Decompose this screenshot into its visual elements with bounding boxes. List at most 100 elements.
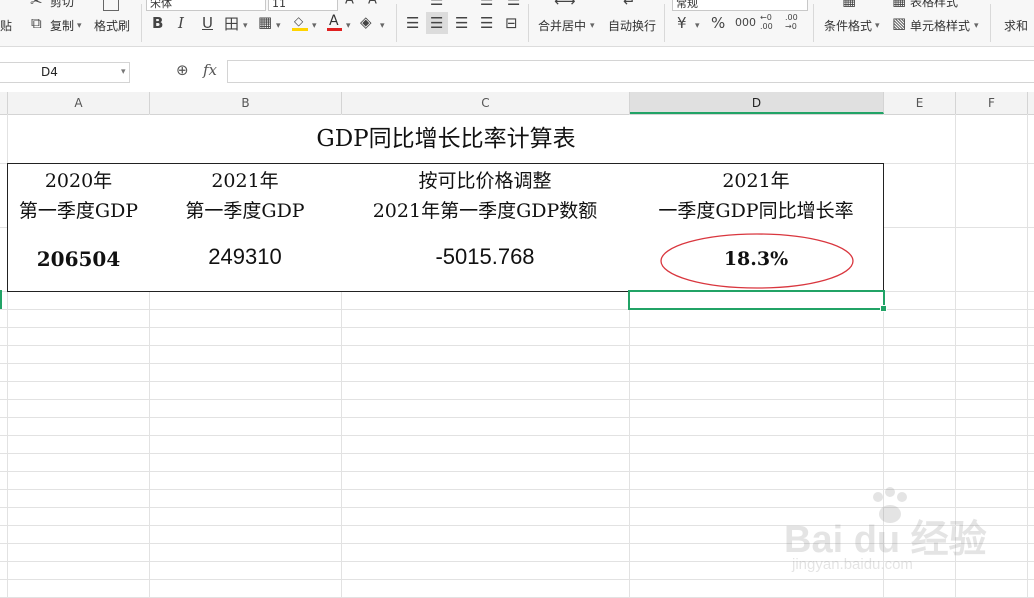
header-cell-b[interactable]: 2021年 第一季度GDP [149,163,342,228]
paste-button[interactable]: 贴 [0,17,12,34]
border-icon[interactable]: 田 [224,13,239,34]
decrease-font-icon[interactable]: A- [368,0,379,7]
align-bottom-icon[interactable]: ☰ [480,0,493,9]
ribbon-divider [664,4,665,42]
name-box-value: D4 [41,65,58,79]
increase-decimal-button[interactable]: ←0 .00 [760,13,778,31]
merge-center-icon[interactable]: ⟷ [554,0,576,10]
conditional-format-button[interactable]: 条件格式 [824,17,872,34]
align-right-icon[interactable]: ☰ [455,14,468,32]
conditional-format-icon[interactable]: ▦ [842,0,856,9]
currency-dropdown-icon[interactable]: ▾ [695,21,700,31]
cell-style-icon[interactable]: ▧ [892,14,906,32]
currency-button[interactable]: ¥ [677,14,687,32]
copy-icon[interactable]: ⧉ [31,14,42,32]
align-center-button[interactable]: ☰ [426,12,448,34]
ribbon-divider [990,4,991,42]
select-all-corner[interactable] [0,92,8,114]
copy-button[interactable]: 复制 [50,17,74,34]
wrap-text-icon[interactable]: ↵ [623,0,636,10]
selected-cell-d4[interactable] [628,290,887,312]
align-left-icon[interactable]: ☰ [406,14,419,32]
value-cell-c[interactable]: -5015.768 [341,227,630,292]
formula-input[interactable] [227,60,1034,83]
table-style-button[interactable]: 表格样式 [910,0,958,10]
header-line: 第一季度GDP [185,199,305,222]
value-cell-a[interactable]: 206504 [7,227,150,292]
underline-button[interactable]: U [202,14,213,32]
value-cell-b[interactable]: 249310 [149,227,342,292]
fill-color-icon[interactable]: ◇ [292,14,312,31]
fill-color-dropdown-icon[interactable]: ▾ [312,21,317,31]
baidu-watermark: Bai du 经验 jingyan.baidu.com [784,486,1034,581]
column-header-a[interactable]: A [8,92,150,114]
column-header-d[interactable]: D [630,92,884,114]
cell-style-dropdown-icon[interactable]: ▾ [974,21,979,31]
ribbon-divider [396,4,397,42]
cell-format-icon[interactable]: ▦ [258,13,272,31]
distributed-align-icon[interactable]: ☰ [480,14,493,32]
name-box-dropdown-icon[interactable]: ▾ [121,63,126,82]
column-header-c[interactable]: C [342,92,630,114]
ribbon-divider [528,4,529,42]
baidu-url: jingyan.baidu.com [792,556,913,573]
column-header-bar: A B C D E F [0,92,1034,115]
font-color-icon[interactable]: A [327,13,343,33]
conditional-format-dropdown-icon[interactable]: ▾ [875,21,880,31]
align-center-icon: ☰ [430,14,444,32]
header-line: 第一季度GDP [18,199,139,222]
align-justify-icon[interactable]: ☰ [507,0,520,9]
sum-button[interactable]: 求和 [1004,17,1028,34]
header-cell-a[interactable]: 2020年 第一季度GDP [7,163,150,228]
font-color-dropdown-icon[interactable]: ▾ [346,21,351,31]
increase-font-icon[interactable]: A+ [345,0,360,7]
merge-dropdown-icon[interactable]: ▾ [590,21,595,31]
fill-handle[interactable] [880,305,887,312]
clear-dropdown-icon[interactable]: ▾ [380,21,385,31]
column-header-e[interactable]: E [884,92,956,114]
header-line: 一季度GDP同比增长率 [658,199,854,222]
cut-button[interactable]: 剪切 [50,0,74,10]
eraser-icon[interactable]: ◈ [360,13,372,31]
cell-style-button[interactable]: 单元格样式 [910,17,970,34]
thousands-button[interactable]: 000 [735,16,756,29]
ribbon-divider [141,4,142,42]
header-line: 按可比价格调整 [418,169,552,192]
decrease-decimal-button[interactable]: .00 →0 [785,13,803,31]
ribbon-divider [813,4,814,42]
header-cell-c[interactable]: 按可比价格调整 2021年第一季度GDP数额 [341,163,630,228]
bold-button[interactable]: B [152,14,163,32]
merge-center-button[interactable]: 合并居中 [538,17,586,34]
scissors-icon[interactable]: ✂ [30,0,43,10]
header-line: 2020年 [44,169,113,192]
italic-button[interactable]: I [178,14,184,32]
font-family-select[interactable]: 宋体 [146,0,266,11]
header-cell-d[interactable]: 2021年 一季度GDP同比增长率 [629,163,884,228]
table-style-icon[interactable]: ▦ [892,0,906,9]
header-line: 2021年 [211,169,279,192]
format-painter-button[interactable]: 格式刷 [94,17,130,34]
highlight-ellipse [660,233,854,289]
baidu-logo-text: Bai du 经验 [784,519,987,561]
header-line: 2021年第一季度GDP数额 [372,199,598,222]
name-box[interactable]: D4 ▾ [0,62,130,83]
wrap-text-button[interactable]: 自动换行 [608,17,656,34]
font-color-swatch [327,28,342,31]
ribbon-toolbar: 贴 ✂ 剪切 ⧉ 复制 ▾ 格式刷 宋体 11 A+ A- B I U 田 ▾ … [0,0,1034,47]
column-header-f[interactable]: F [956,92,1028,114]
font-size-select[interactable]: 11 [268,0,338,11]
border-dropdown-icon[interactable]: ▾ [243,21,248,31]
percent-button[interactable]: % [711,14,725,32]
copy-dropdown-icon[interactable]: ▾ [77,21,82,31]
fx-icon[interactable]: fx [203,61,217,79]
align-top-icon[interactable]: ☰ [430,0,443,9]
fill-color-swatch [292,28,308,31]
number-format-select[interactable]: 常规 [672,0,808,11]
format-painter-icon[interactable] [103,0,119,11]
sheet-title[interactable]: GDP同比增长比率计算表 [8,115,884,163]
column-header-b[interactable]: B [150,92,342,114]
header-line: 2021年 [722,169,790,192]
indent-icon[interactable]: ⊟ [505,14,518,32]
cell-format-dropdown-icon[interactable]: ▾ [276,21,281,31]
zoom-icon[interactable]: ⊕ [176,61,189,79]
